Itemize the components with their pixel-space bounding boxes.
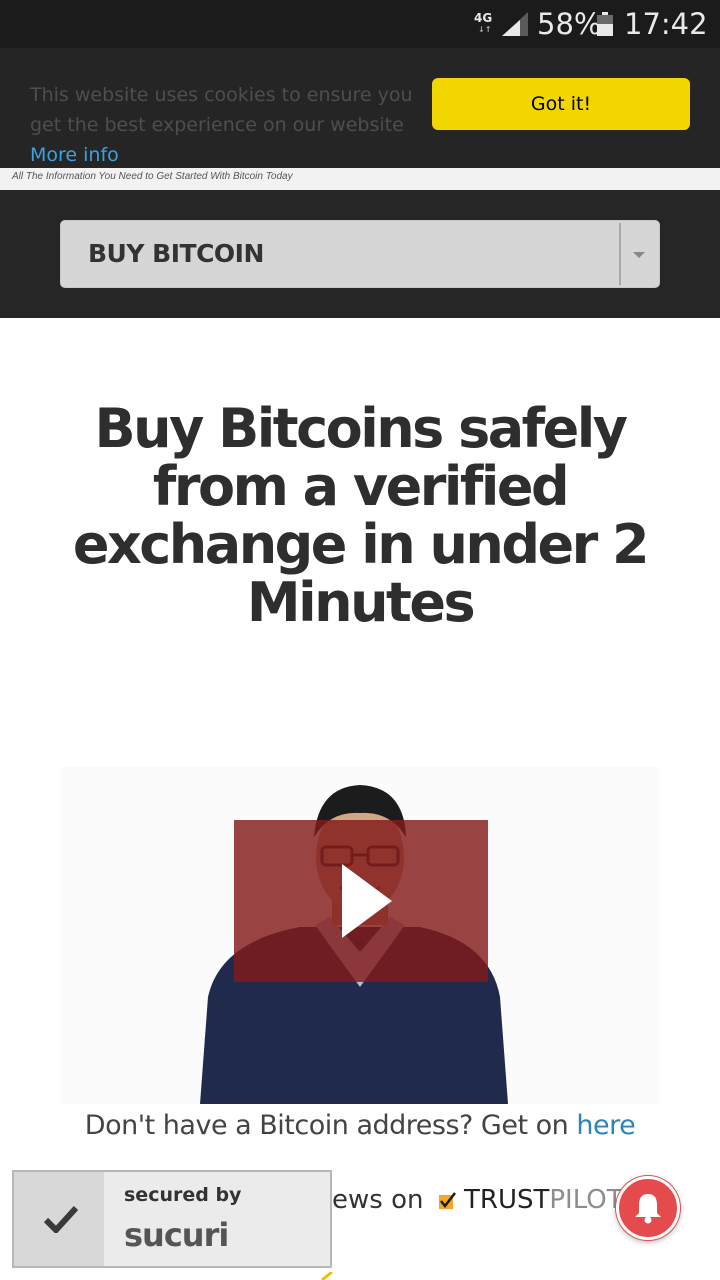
dropdown-divider <box>619 223 621 285</box>
clock: 17:42 <box>624 7 708 41</box>
battery-icon <box>597 12 613 36</box>
more-info-link[interactable]: More info <box>30 144 119 166</box>
cookie-message: This website uses cookies to ensure you … <box>30 80 430 170</box>
cookie-banner: This website uses cookies to ensure you … <box>0 48 720 168</box>
secured-by-label: secured by <box>124 1184 242 1206</box>
nav-bar: BUY BITCOIN <box>0 190 720 318</box>
notification-bell-button[interactable] <box>616 1176 680 1240</box>
checkmark-icon <box>44 1205 78 1233</box>
battery-percent: 58% <box>537 7 602 41</box>
bell-icon <box>635 1194 661 1224</box>
reviews-text: ews on <box>332 1185 424 1215</box>
trustpilot-check-icon <box>438 1192 456 1209</box>
sucuri-badge[interactable]: secured by sucuri <box>12 1170 332 1268</box>
chevron-down-icon[interactable] <box>633 252 645 258</box>
trustpilot-logo-trust: TRUST <box>464 1185 550 1215</box>
accept-cookies-button[interactable]: Got it! <box>432 78 690 130</box>
partial-decoration-icon <box>321 1272 333 1280</box>
site-tagline: All The Information You Need to Get Star… <box>12 171 293 182</box>
play-button[interactable] <box>234 820 488 982</box>
sucuri-check-panel <box>14 1172 104 1266</box>
address-prompt-text: Don't have a Bitcoin address? Get on <box>84 1110 577 1141</box>
network-indicator: 4G ↓↑ <box>474 11 493 34</box>
reviews-line: ews on TRUSTPILOT <box>332 1182 623 1218</box>
nav-dropdown[interactable]: BUY BITCOIN <box>60 220 660 288</box>
trustpilot-logo-pilot: PILOT <box>549 1185 623 1215</box>
address-prompt: Don't have a Bitcoin address? Get on her… <box>0 1108 720 1144</box>
page-title: Buy Bitcoins safely from a verified exch… <box>72 397 650 634</box>
get-address-link[interactable]: here <box>576 1110 635 1141</box>
tagline-strip: All The Information You Need to Get Star… <box>0 168 720 190</box>
network-type: 4G <box>474 11 493 25</box>
data-arrows-icon: ↓↑ <box>478 25 492 34</box>
signal-icon <box>502 12 528 36</box>
sucuri-logo: sucuri <box>124 1216 229 1254</box>
cookie-message-text: This website uses cookies to ensure you … <box>30 84 413 136</box>
play-icon <box>342 864 392 938</box>
status-bar: 4G ↓↑ 58% 17:42 <box>0 0 720 48</box>
nav-dropdown-value: BUY BITCOIN <box>88 239 264 268</box>
